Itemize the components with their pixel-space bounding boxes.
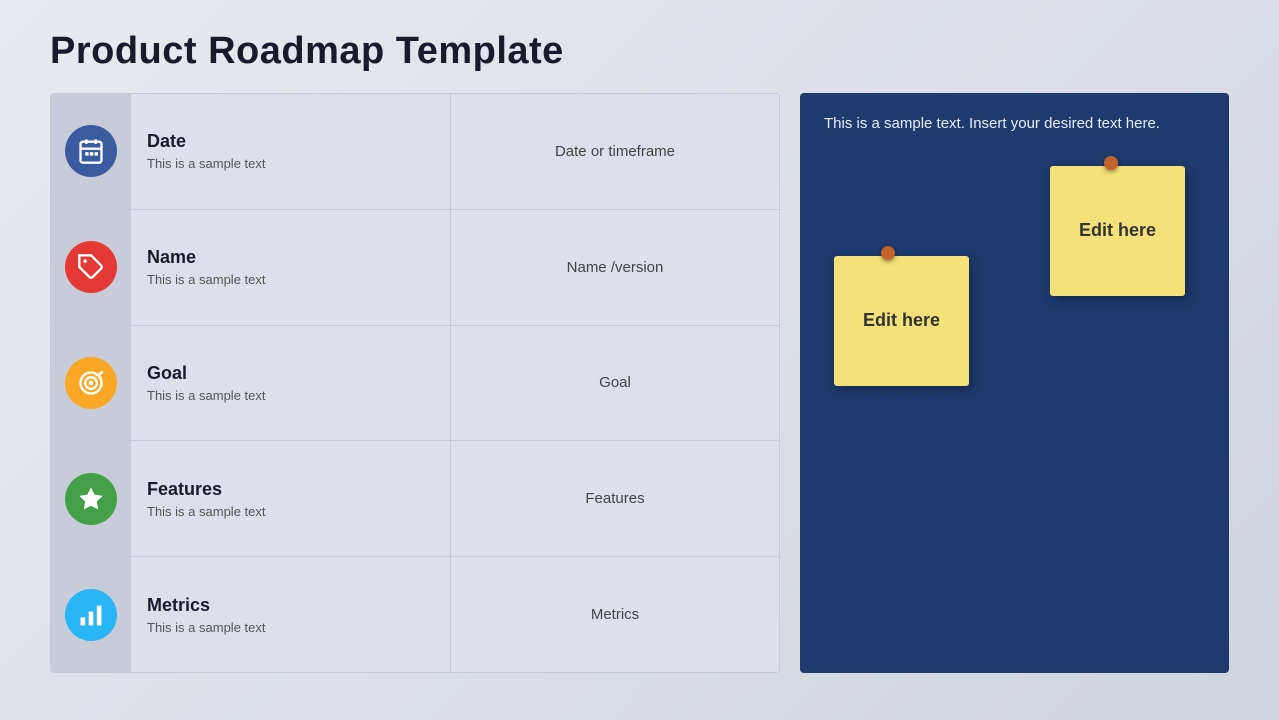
features-text-cell: Features This is a sample text [131,441,451,556]
metrics-value: Metrics [451,557,779,672]
date-text-cell: Date This is a sample text [131,94,451,209]
features-value: Features [451,441,779,556]
date-label: Date [147,131,434,152]
sticky-note-2-text: Edit here [863,310,940,331]
metrics-label: Metrics [147,595,434,616]
table-row: Goal This is a sample text Goal [51,326,779,442]
name-text-cell: Name This is a sample text [131,210,451,325]
metrics-text-cell: Metrics This is a sample text [131,557,451,672]
date-icon-cell [51,94,131,209]
metrics-sample: This is a sample text [147,620,434,635]
chart-icon [65,589,117,641]
star-icon [65,473,117,525]
sticky-note-2[interactable]: Edit here [834,256,969,386]
goal-text-cell: Goal This is a sample text [131,326,451,441]
metrics-icon-cell [51,557,131,672]
date-sample: This is a sample text [147,156,434,171]
content-area: Date This is a sample text Date or timef… [50,93,1229,673]
left-table: Date This is a sample text Date or timef… [50,93,780,673]
table-row: Date This is a sample text Date or timef… [51,94,779,210]
date-value: Date or timeframe [451,94,779,209]
right-panel: This is a sample text. Insert your desir… [800,93,1229,673]
sticky-notes-container: Edit here Edit here [824,156,1205,654]
features-label: Features [147,479,434,500]
table-row: Features This is a sample text Features [51,441,779,557]
name-value: Name /version [451,210,779,325]
goal-label: Goal [147,363,434,384]
target-icon [65,357,117,409]
table-row: Name This is a sample text Name /version [51,210,779,326]
page-title: Product Roadmap Template [50,30,1229,73]
features-sample: This is a sample text [147,504,434,519]
table-row: Metrics This is a sample text Metrics [51,557,779,672]
right-panel-description: This is a sample text. Insert your desir… [824,113,1205,136]
goal-sample: This is a sample text [147,388,434,403]
name-sample: This is a sample text [147,272,434,287]
calendar-icon [65,125,117,177]
name-icon-cell [51,210,131,325]
features-icon-cell [51,441,131,556]
tag-icon [65,241,117,293]
name-label: Name [147,247,434,268]
goal-icon-cell [51,326,131,441]
goal-value: Goal [451,326,779,441]
slide: Product Roadmap Template [0,0,1279,720]
sticky-note-1[interactable]: Edit here [1050,166,1185,296]
sticky-note-1-text: Edit here [1079,220,1156,241]
